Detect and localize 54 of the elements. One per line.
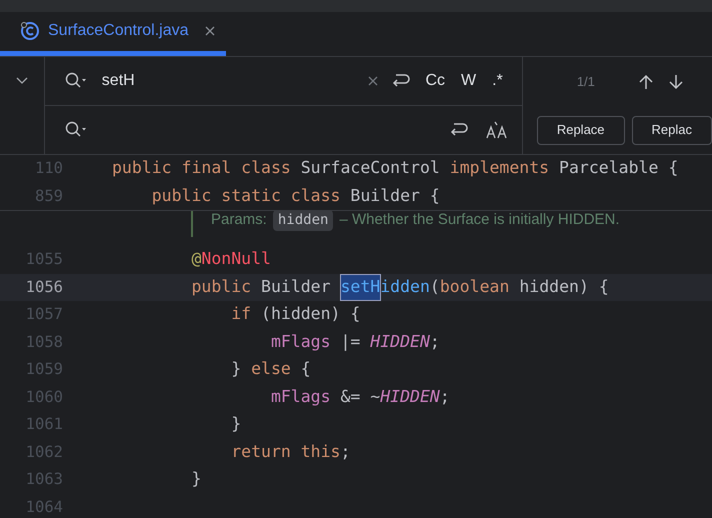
doc-label: Params: [211,210,267,230]
code-token: idden [380,276,430,298]
code-token: ; [340,440,350,463]
replace-button[interactable]: Replac [632,116,712,144]
code-token: &= ~ [340,386,380,408]
code-token: @ [190,248,202,270]
code-token: if [230,303,252,326]
code-token: return this [230,440,340,463]
code-token: ; [430,330,440,353]
code-token: public [190,276,252,298]
clear-icon[interactable] [368,76,378,86]
chevron-down-icon[interactable] [16,77,28,85]
code-token: (hidden) { [261,303,360,326]
code-token: NonNull [201,248,271,270]
code-token: mFlags [270,386,332,408]
close-icon[interactable] [204,26,215,36]
newline-icon[interactable] [450,122,468,138]
code-token: public static class [150,184,342,207]
search-option-toggle[interactable]: Cc [420,67,450,95]
search-match: setH [340,274,380,300]
search-option-toggle[interactable]: W [456,67,482,95]
code-token: else [251,358,292,380]
code-token: } [230,413,242,436]
replace-button[interactable]: Replace [536,116,625,144]
code-token: hidden) { [519,276,609,298]
arrow-down-icon[interactable] [668,74,683,90]
code-token: implements [450,157,550,180]
code-token: ; [440,386,450,408]
code-token: HIDDEN [370,330,430,353]
doc-text: – Whether the Surface is initially HIDDEN. [339,210,620,230]
code-token: |= [340,330,362,353]
code-token: Parcelable { [559,157,678,180]
newline-icon[interactable] [392,73,410,89]
search-icon[interactable] [64,72,87,90]
arrow-up-icon[interactable] [638,74,653,90]
search-option-toggle[interactable]: .* [487,67,508,95]
code-token: } [230,358,242,380]
code-token: public final class [112,157,292,180]
match-count: 1/1 [576,72,595,91]
search-icon[interactable] [64,121,87,139]
code-token: mFlags [270,330,332,353]
code-token: { [300,358,311,380]
code-token: HIDDEN [380,386,440,408]
line-number: 1056 [24,276,63,298]
preserve-case-icon[interactable] [486,121,508,139]
code-token: Builder { [350,184,440,207]
code-token: SurfaceControl [300,157,441,180]
code-token: boolean [440,276,510,298]
param-chip: hidden [272,210,334,231]
code-token: } [190,468,202,490]
code-token: ( [430,276,440,298]
java-class-icon [20,21,40,41]
code-token: Builder [261,276,332,298]
search-field[interactable]: setH [102,69,368,93]
